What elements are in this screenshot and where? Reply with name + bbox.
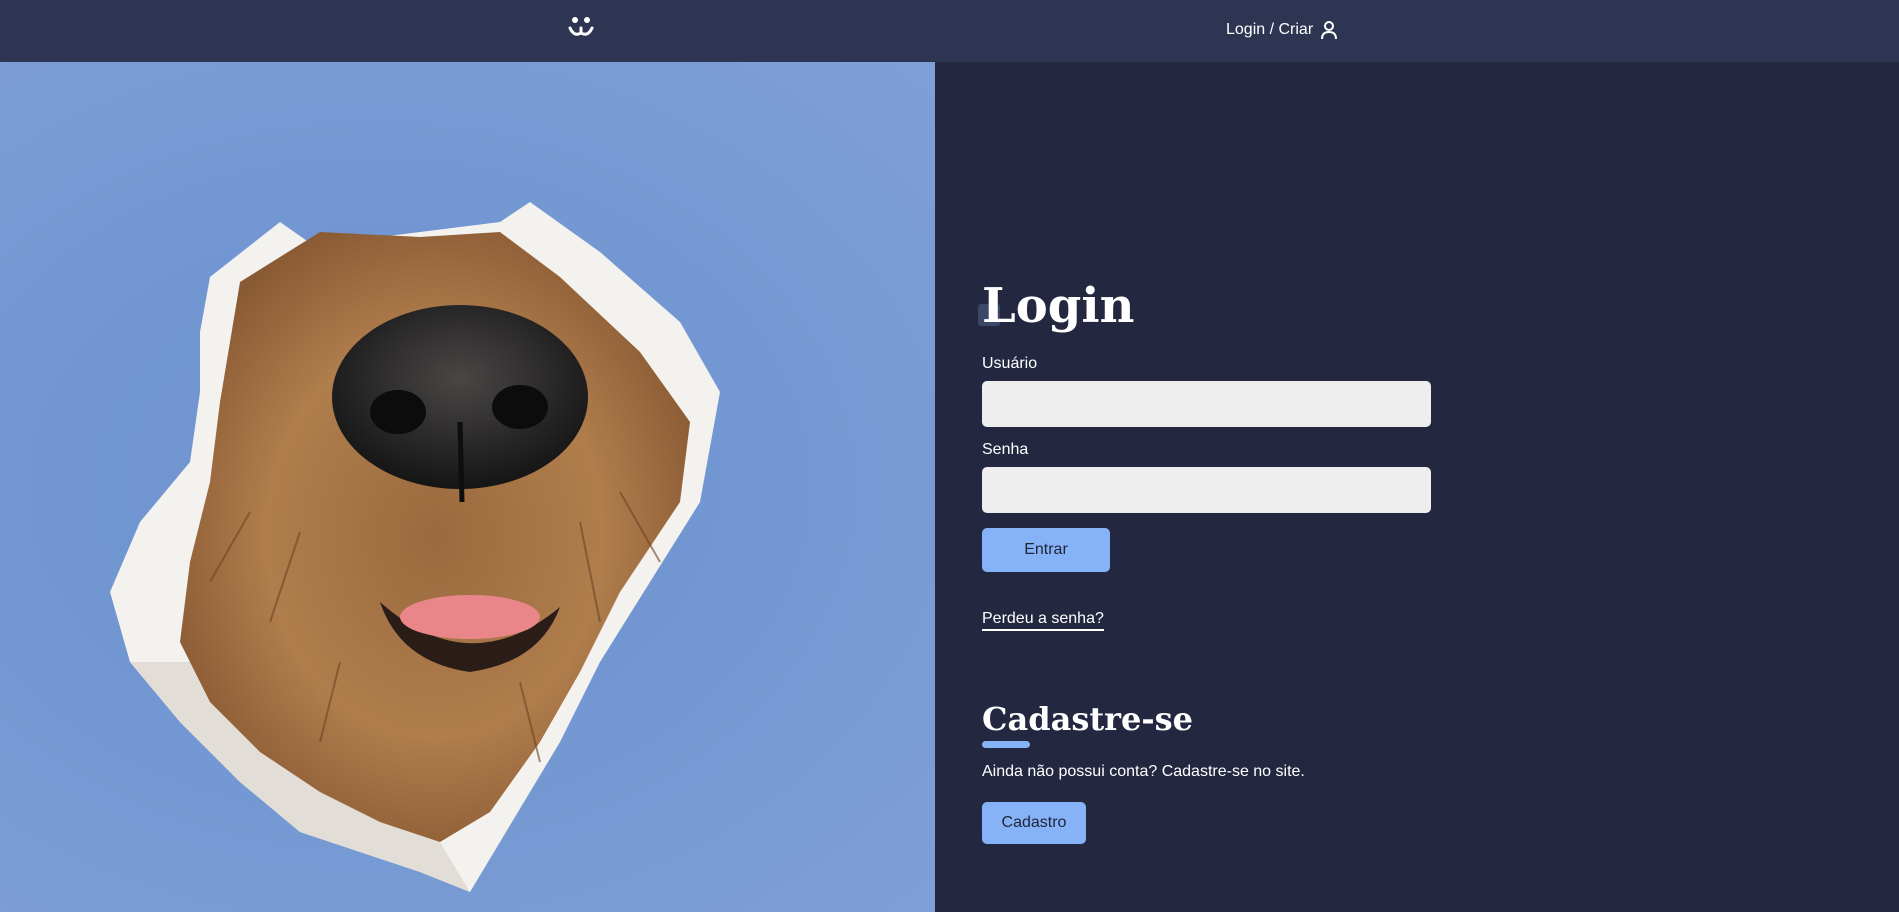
top-header: Login / Criar [0,0,1899,62]
enter-button[interactable]: Entrar [982,528,1110,572]
register-button[interactable]: Cadastro [982,802,1086,844]
user-icon [1321,21,1338,40]
dog-face-icon[interactable] [566,14,596,42]
dog-illustration [110,202,720,892]
username-input[interactable] [982,381,1431,427]
register-title: Cadastre-se [982,700,1193,738]
lost-password-link[interactable]: Perdeu a senha? [982,609,1104,631]
login-create-label: Login / Criar [1226,21,1314,38]
register-title-underline [982,741,1030,748]
password-label: Senha [982,441,1029,458]
register-description: Ainda não possui conta? Cadastre-se no s… [982,763,1305,780]
username-label: Usuário [982,355,1038,372]
dog-photo [0,62,935,912]
password-input[interactable] [982,467,1431,513]
login-create-link[interactable]: Login / Criar [1226,18,1338,42]
login-title: Login [982,278,1135,334]
